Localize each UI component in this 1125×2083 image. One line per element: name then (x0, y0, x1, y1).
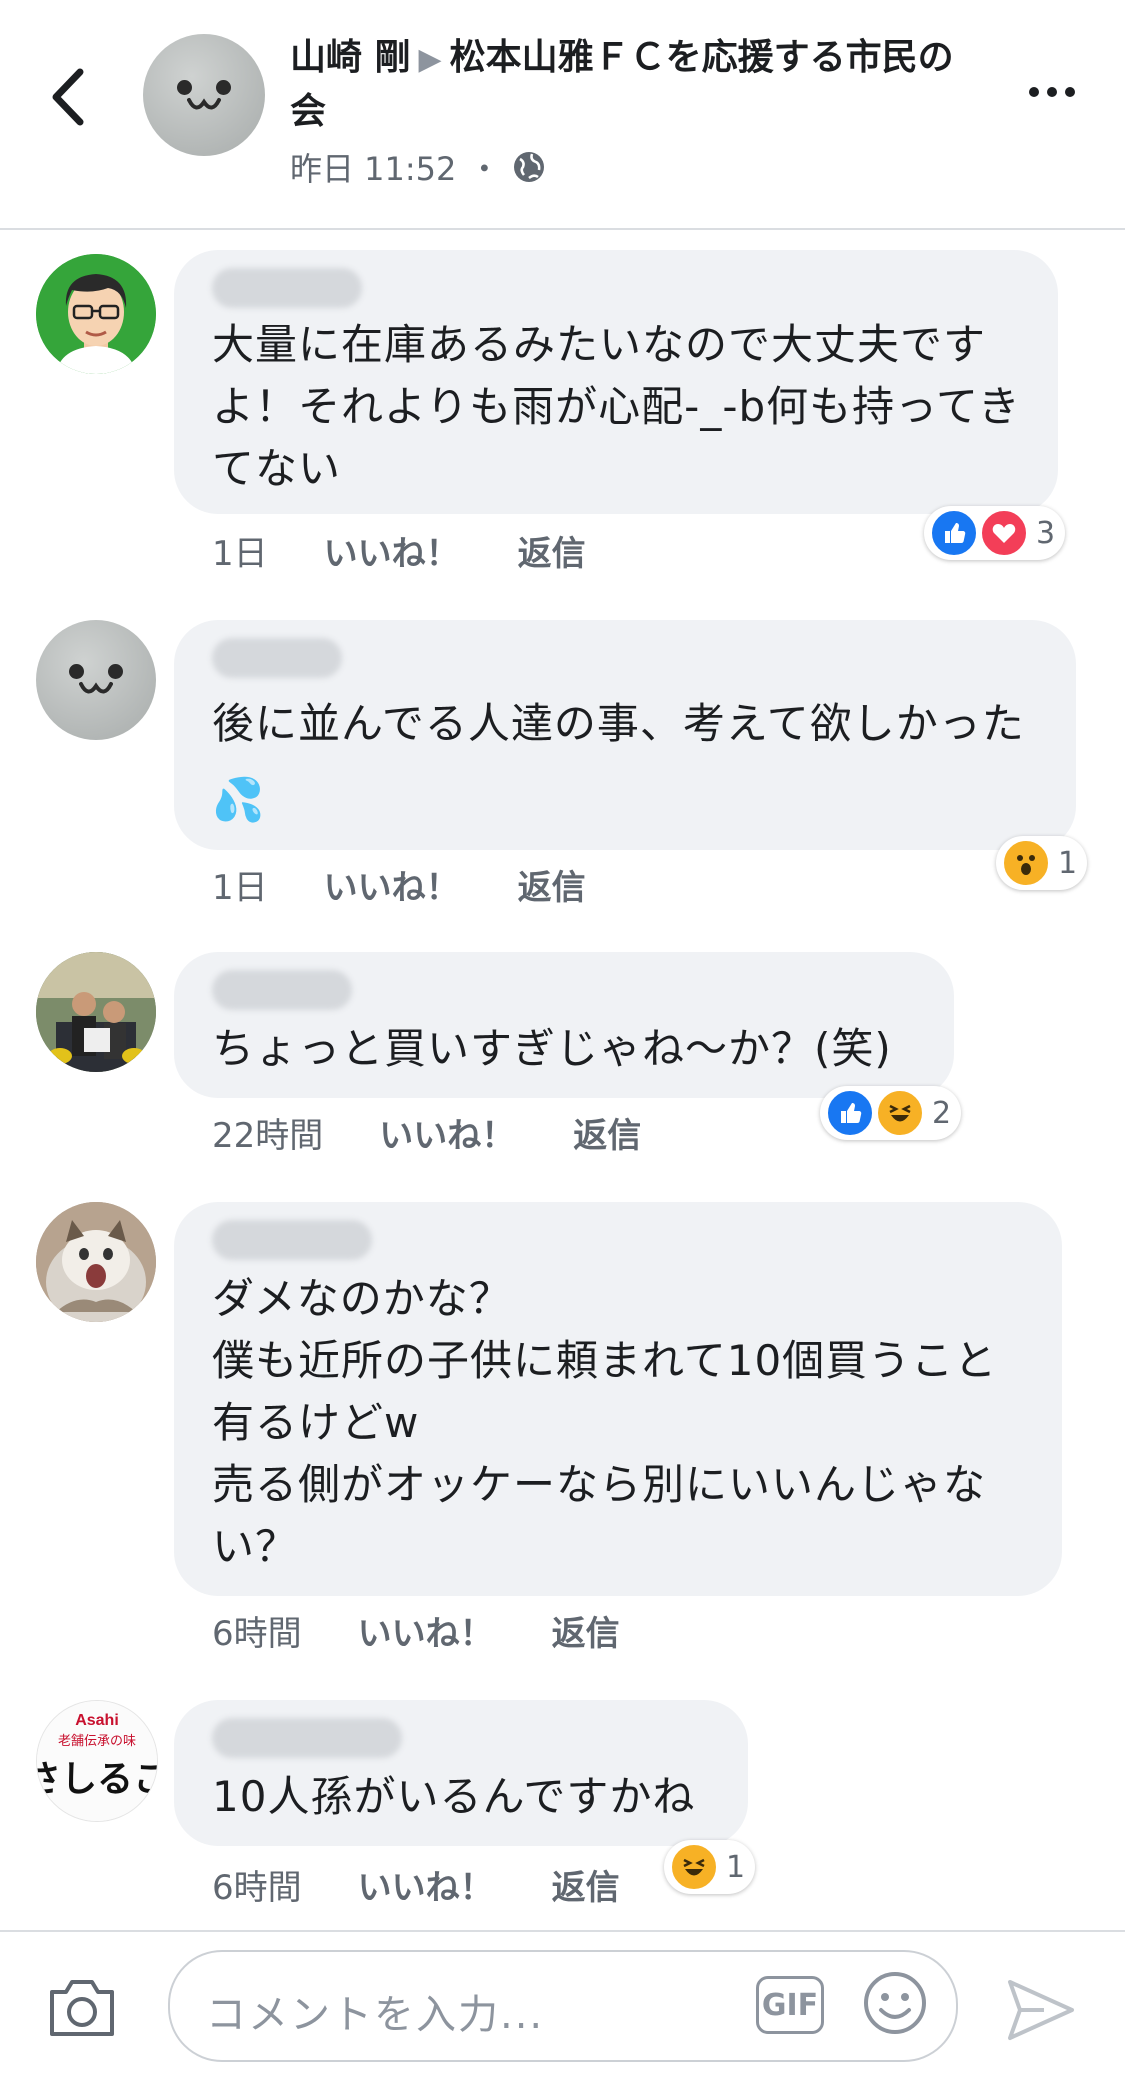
comment-actions: 1日 いいね！ 返信 (212, 860, 586, 909)
comment-time[interactable]: 6時間 (212, 1606, 302, 1655)
emoji-icon[interactable] (862, 1970, 928, 2036)
comment-bubble[interactable]: ちょっと買いすぎじゃね〜か？(笑) (174, 952, 954, 1098)
comment-actions: 6時間 いいね！ 返信 (212, 1606, 620, 1655)
reply-button[interactable]: 返信 (552, 1860, 620, 1909)
post-time[interactable]: 昨日 11:52 (290, 144, 456, 190)
commenter-name-blurred (212, 1718, 402, 1758)
reaction-count: 3 (1036, 515, 1056, 551)
comment-time[interactable]: 1日 (212, 526, 268, 575)
like-button[interactable]: いいね！ (324, 860, 460, 909)
like-button[interactable]: いいね！ (324, 526, 460, 575)
comment-time[interactable]: 1日 (212, 860, 268, 909)
reaction-summary[interactable]: 1 (664, 1840, 756, 1894)
comment-bubble[interactable]: 大量に在庫あるみたいなので大丈夫ですよ！それよりも雨が心配-_-b何も持ってきて… (174, 250, 1058, 514)
author-avatar[interactable] (143, 34, 265, 156)
haha-reaction-icon (670, 1843, 718, 1891)
arrow-icon: ▶ (418, 42, 442, 77)
author-name[interactable]: 山崎 剛 (290, 37, 411, 78)
comment-time[interactable]: 22時間 (212, 1108, 323, 1157)
like-button[interactable]: いいね！ (379, 1108, 515, 1157)
camera-icon[interactable] (46, 1976, 118, 2040)
post-meta: 昨日 11:52 ・ (290, 144, 546, 190)
comment-text: ちょっと買いすぎじゃね〜か？(笑) (212, 1024, 892, 1073)
comment-composer: コメントを入力... GIF (0, 1930, 1125, 2083)
svg-text:さしるこ: さしるこ (37, 1759, 157, 1800)
gif-button[interactable]: GIF (756, 1976, 824, 2034)
comment-text: 大量に在庫あるみたいなので大丈夫ですよ！それよりも雨が心配-_-b何も持ってきて… (212, 320, 1021, 493)
comment-text: ダメなのかな？ 僕も近所の子供に頼まれて10個買うこと有るけどw 売る側がオッケ… (212, 1274, 998, 1571)
more-icon[interactable] (1028, 82, 1076, 102)
commenter-name-blurred (212, 970, 352, 1010)
wow-reaction-icon (1002, 839, 1050, 887)
commenter-avatar[interactable] (36, 254, 156, 374)
post-header: 山崎 剛 ▶ 松本山雅ＦＣを応援する市民の会 昨日 11:52 ・ (0, 0, 1125, 230)
commenter-name-blurred (212, 638, 342, 678)
reaction-summary[interactable]: 1 (996, 836, 1088, 890)
svg-text:老舗伝承の味: 老舗伝承の味 (58, 1734, 136, 1749)
comment-bubble[interactable]: 後に並んでる人達の事、考えて欲しかった💦 (174, 620, 1076, 850)
comment-actions: 22時間 いいね！ 返信 (212, 1108, 641, 1157)
comment-text: 10人孫がいるんですかね (212, 1772, 696, 1821)
comment-input[interactable]: コメントを入力... GIF (168, 1950, 958, 2062)
reaction-summary[interactable]: 2 (820, 1086, 962, 1140)
post-title[interactable]: 山崎 剛 ▶ 松本山雅ＦＣを応援する市民の会 (290, 32, 980, 138)
haha-reaction-icon (876, 1089, 924, 1137)
reply-button[interactable]: 返信 (518, 526, 586, 575)
comment-actions: 1日 いいね！ 返信 (212, 526, 586, 575)
back-chevron-icon[interactable] (44, 62, 92, 132)
commenter-name-blurred (212, 1220, 372, 1260)
reaction-count: 1 (726, 1849, 746, 1885)
svg-text:Asahi: Asahi (75, 1712, 119, 1729)
commenter-avatar[interactable] (36, 952, 156, 1072)
like-reaction-icon (930, 509, 978, 557)
send-icon[interactable] (1004, 1976, 1078, 2044)
commenter-avatar[interactable] (36, 1202, 156, 1322)
like-button[interactable]: いいね！ (358, 1606, 494, 1655)
comment-actions: 6時間 いいね！ 返信 (212, 1860, 620, 1909)
reply-button[interactable]: 返信 (518, 860, 586, 909)
comment-text: 後に並んでる人達の事、考えて欲しかった💦 (212, 699, 1025, 824)
comment-bubble[interactable]: ダメなのかな？ 僕も近所の子供に頼まれて10個買うこと有るけどw 売る側がオッケ… (174, 1202, 1062, 1596)
like-button[interactable]: いいね！ (358, 1860, 494, 1909)
reaction-count: 2 (932, 1095, 952, 1131)
commenter-name-blurred (212, 268, 362, 308)
commenter-avatar[interactable] (36, 620, 156, 740)
like-reaction-icon (826, 1089, 874, 1137)
globe-icon (514, 152, 545, 182)
comment-bubble[interactable]: 10人孫がいるんですかね (174, 1700, 748, 1846)
reaction-count: 1 (1058, 845, 1078, 881)
comment-time[interactable]: 6時間 (212, 1860, 302, 1909)
commenter-avatar[interactable]: Asahi 老舗伝承の味 さしるこ (36, 1700, 158, 1822)
reaction-summary[interactable]: 3 (924, 506, 1066, 560)
comment-placeholder: コメントを入力... (206, 1992, 545, 2038)
love-reaction-icon (980, 509, 1028, 557)
reply-button[interactable]: 返信 (573, 1108, 641, 1157)
reply-button[interactable]: 返信 (552, 1606, 620, 1655)
meta-separator: ・ (468, 150, 501, 188)
